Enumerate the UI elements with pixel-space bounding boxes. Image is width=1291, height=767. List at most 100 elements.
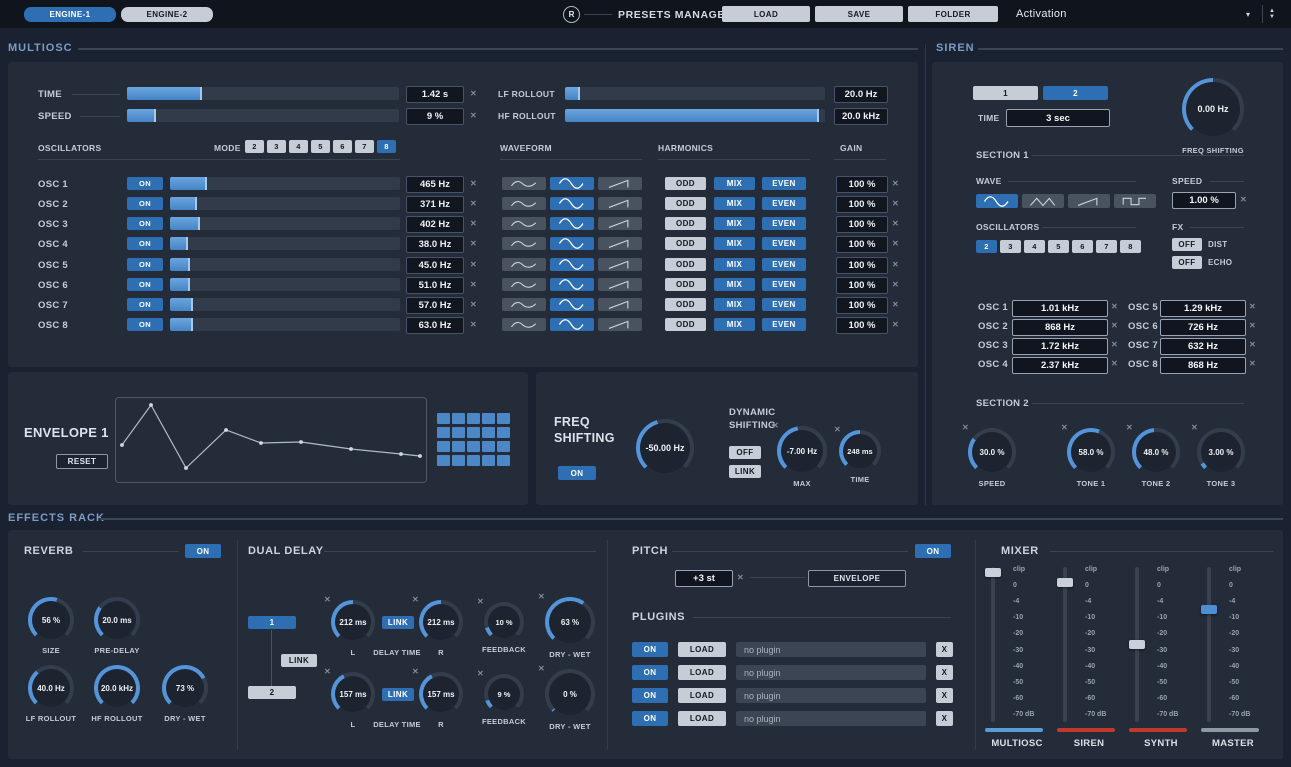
harmonics-odd-button[interactable]: ODD bbox=[665, 217, 706, 230]
waveform-ramp-button[interactable] bbox=[598, 217, 642, 230]
plugin-load-button[interactable]: LOAD bbox=[678, 665, 726, 680]
plugin-name-field[interactable]: no plugin bbox=[736, 711, 926, 726]
siren-osc-count-5[interactable]: 5 bbox=[1048, 240, 1069, 253]
waveform-soft-sine-button[interactable] bbox=[502, 318, 546, 331]
osc-freq-value[interactable]: 51.0 Hz bbox=[406, 277, 464, 294]
plugin-name-field[interactable]: no plugin bbox=[736, 665, 926, 680]
remove-icon[interactable]: ✕ bbox=[477, 670, 484, 678]
siren-osc-count-2[interactable]: 2 bbox=[976, 240, 997, 253]
plugin-on-button[interactable]: ON bbox=[632, 642, 668, 657]
siren-wave-triangle-button[interactable] bbox=[1022, 194, 1064, 208]
remove-icon[interactable]: ✕ bbox=[892, 281, 899, 289]
remove-icon[interactable]: ✕ bbox=[892, 220, 899, 228]
folder-button[interactable]: FOLDER bbox=[908, 6, 998, 22]
waveform-sine-button[interactable] bbox=[550, 258, 594, 271]
remove-icon[interactable]: ✕ bbox=[470, 281, 477, 289]
delay2-feedback-knob[interactable]: 9 % bbox=[484, 674, 524, 714]
harmonics-even-button[interactable]: EVEN bbox=[762, 197, 806, 210]
reverb-hf-rollout-knob[interactable]: 20.0 kHz bbox=[94, 665, 140, 711]
envelope-reset-button[interactable]: RESET bbox=[56, 454, 108, 469]
waveform-ramp-button[interactable] bbox=[598, 197, 642, 210]
mode-button-5[interactable]: 5 bbox=[311, 140, 330, 153]
waveform-soft-sine-button[interactable] bbox=[502, 278, 546, 291]
waveform-ramp-button[interactable] bbox=[598, 177, 642, 190]
remove-icon[interactable]: ✕ bbox=[892, 261, 899, 269]
activation-dropdown[interactable]: Activation bbox=[1016, 8, 1067, 20]
harmonics-even-button[interactable]: EVEN bbox=[762, 217, 806, 230]
waveform-sine-button[interactable] bbox=[550, 217, 594, 230]
harmonics-odd-button[interactable]: ODD bbox=[665, 318, 706, 331]
osc-on-button[interactable]: ON bbox=[127, 217, 163, 230]
harmonics-mix-button[interactable]: MIX bbox=[714, 258, 755, 271]
delay1-left-time-knob[interactable]: 212 ms bbox=[331, 600, 375, 644]
siren-tone2-knob[interactable]: 48.0 % bbox=[1132, 428, 1180, 476]
osc-on-button[interactable]: ON bbox=[127, 258, 163, 271]
osc-gain-value[interactable]: 100 % bbox=[836, 236, 888, 253]
reverb-lf-rollout-knob[interactable]: 40.0 Hz bbox=[28, 665, 74, 711]
fader-handle[interactable] bbox=[1057, 578, 1073, 587]
osc-on-button[interactable]: ON bbox=[127, 278, 163, 291]
plugin-load-button[interactable]: LOAD bbox=[678, 642, 726, 657]
remove-icon[interactable]: ✕ bbox=[892, 200, 899, 208]
time-value[interactable]: 1.42 s bbox=[406, 86, 464, 103]
speed-value[interactable]: 9 % bbox=[406, 108, 464, 125]
pitch-envelope-button[interactable]: ENVELOPE bbox=[808, 570, 906, 587]
osc-on-button[interactable]: ON bbox=[127, 237, 163, 250]
remove-icon[interactable]: ✕ bbox=[1111, 322, 1118, 330]
osc-freq-slider[interactable] bbox=[170, 237, 400, 250]
remove-icon[interactable]: ✕ bbox=[470, 200, 477, 208]
siren-osc-value[interactable]: 2.37 kHz bbox=[1012, 357, 1108, 374]
delay2-right-time-knob[interactable]: 157 ms bbox=[419, 672, 463, 716]
delay-link-button[interactable]: LINK bbox=[281, 654, 317, 667]
harmonics-mix-button[interactable]: MIX bbox=[714, 217, 755, 230]
siren-osc-value[interactable]: 726 Hz bbox=[1160, 319, 1246, 336]
remove-icon[interactable]: ✕ bbox=[470, 90, 477, 98]
preset-stepper-icon[interactable]: ▲▼ bbox=[1269, 8, 1275, 20]
remove-icon[interactable]: ✕ bbox=[1249, 341, 1256, 349]
waveform-soft-sine-button[interactable] bbox=[502, 237, 546, 250]
fader-handle[interactable] bbox=[1129, 640, 1145, 649]
osc-gain-value[interactable]: 100 % bbox=[836, 257, 888, 274]
harmonics-mix-button[interactable]: MIX bbox=[714, 318, 755, 331]
mode-button-6[interactable]: 6 bbox=[333, 140, 352, 153]
lf-rollout-slider[interactable] bbox=[565, 87, 825, 100]
waveform-ramp-button[interactable] bbox=[598, 318, 642, 331]
osc-gain-value[interactable]: 100 % bbox=[836, 317, 888, 334]
harmonics-odd-button[interactable]: ODD bbox=[665, 177, 706, 190]
mixer-fader[interactable] bbox=[1057, 567, 1073, 722]
harmonics-even-button[interactable]: EVEN bbox=[762, 298, 806, 311]
siren-tab-2[interactable]: 2 bbox=[1043, 86, 1108, 100]
hf-rollout-slider[interactable] bbox=[565, 109, 825, 122]
remove-icon[interactable]: ✕ bbox=[470, 261, 477, 269]
harmonics-even-button[interactable]: EVEN bbox=[762, 237, 806, 250]
osc-freq-slider[interactable] bbox=[170, 258, 400, 271]
osc-freq-slider[interactable] bbox=[170, 217, 400, 230]
remove-icon[interactable]: ✕ bbox=[1111, 303, 1118, 311]
osc-on-button[interactable]: ON bbox=[127, 298, 163, 311]
siren-osc-count-3[interactable]: 3 bbox=[1000, 240, 1021, 253]
pitch-on-button[interactable]: ON bbox=[915, 544, 951, 558]
osc-on-button[interactable]: ON bbox=[127, 197, 163, 210]
delay2-link-button[interactable]: LINK bbox=[382, 688, 414, 701]
dist-off-button[interactable]: OFF bbox=[1172, 238, 1202, 251]
remove-icon[interactable]: ✕ bbox=[892, 240, 899, 248]
reverb-on-button[interactable]: ON bbox=[185, 544, 221, 558]
remove-icon[interactable]: ✕ bbox=[477, 598, 484, 606]
waveform-soft-sine-button[interactable] bbox=[502, 217, 546, 230]
waveform-sine-button[interactable] bbox=[550, 177, 594, 190]
save-button[interactable]: SAVE bbox=[815, 6, 903, 22]
siren-osc-value[interactable]: 1.01 kHz bbox=[1012, 300, 1108, 317]
harmonics-even-button[interactable]: EVEN bbox=[762, 278, 806, 291]
remove-icon[interactable]: ✕ bbox=[892, 180, 899, 188]
delay-tap2-button[interactable]: 2 bbox=[248, 686, 296, 699]
remove-icon[interactable]: ✕ bbox=[538, 665, 545, 673]
plugin-on-button[interactable]: ON bbox=[632, 688, 668, 703]
mixer-fader[interactable] bbox=[985, 567, 1001, 722]
plugin-remove-button[interactable]: X bbox=[936, 665, 953, 680]
siren-osc-count-6[interactable]: 6 bbox=[1072, 240, 1093, 253]
osc-freq-value[interactable]: 57.0 Hz bbox=[406, 297, 464, 314]
plugin-on-button[interactable]: ON bbox=[632, 665, 668, 680]
pitch-value[interactable]: +3 st bbox=[675, 570, 733, 587]
plugin-name-field[interactable]: no plugin bbox=[736, 642, 926, 657]
mode-button-4[interactable]: 4 bbox=[289, 140, 308, 153]
